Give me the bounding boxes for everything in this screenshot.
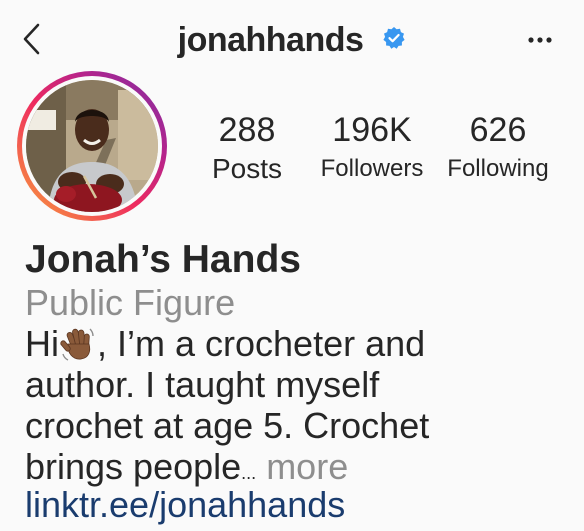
username-title: jonahhands bbox=[0, 16, 584, 62]
more-options-button[interactable] bbox=[524, 30, 556, 50]
bio-ellipsis: ... bbox=[241, 463, 257, 483]
profile-header: jonahhands bbox=[0, 0, 584, 80]
followers-stat[interactable]: 196K Followers bbox=[312, 110, 432, 185]
waving-hand-emoji-icon bbox=[60, 328, 94, 361]
posts-stat[interactable]: 288 Posts bbox=[196, 110, 298, 185]
more-horizontal-icon bbox=[528, 37, 552, 43]
display-name: Jonah’s Hands bbox=[25, 238, 301, 281]
following-stat[interactable]: 626 Following bbox=[438, 110, 558, 185]
category-label: Public Figure bbox=[25, 282, 236, 323]
posts-label: Posts bbox=[211, 153, 283, 184]
bio-line-1-start: Hi bbox=[25, 323, 59, 364]
followers-label: Followers bbox=[320, 155, 424, 182]
following-label: Following bbox=[447, 155, 549, 182]
following-count: 626 bbox=[469, 111, 527, 149]
bio-line-1: Hi , I’m a crocheter and bbox=[25, 323, 575, 364]
username: jonahhands bbox=[177, 21, 364, 60]
verified-badge-icon bbox=[383, 27, 405, 49]
bio-line-2: author. I taught myself bbox=[25, 364, 380, 405]
posts-count: 288 bbox=[218, 111, 276, 149]
avatar-photo bbox=[26, 80, 158, 212]
profile-page: jonahhands 288 Posts 196K Followers 626 … bbox=[0, 0, 584, 531]
more-button[interactable]: more bbox=[256, 446, 348, 487]
bio-line-3: crochet at age 5. Crochet bbox=[25, 405, 430, 446]
followers-count: 196K bbox=[332, 111, 412, 149]
story-ring[interactable] bbox=[17, 71, 167, 221]
bio-text: Hi , I’m a crocheter and author. I taugh… bbox=[25, 323, 575, 494]
bio-link[interactable]: linktr.ee/jonahhands bbox=[25, 484, 345, 525]
bio-line-1-end: , I’m a crocheter and bbox=[97, 323, 426, 364]
avatar[interactable] bbox=[26, 80, 158, 212]
bio-line-4-text: brings people bbox=[25, 446, 242, 487]
